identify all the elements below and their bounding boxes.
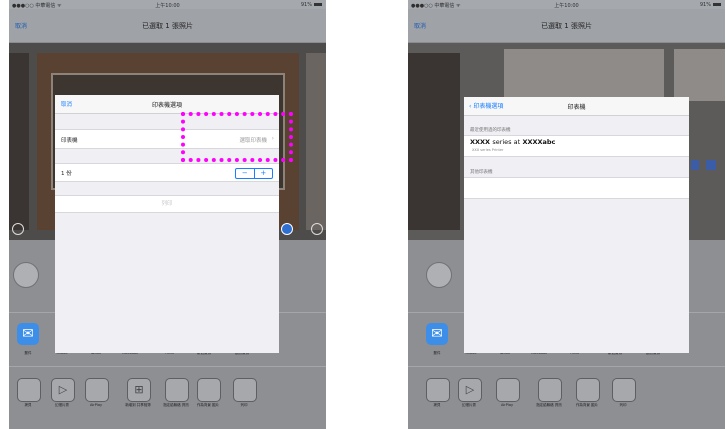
status-time: 上午10:00 — [554, 3, 579, 9]
battery-icon — [314, 3, 322, 6]
action-label: AirPlay — [89, 403, 103, 407]
photo-thumbnail[interactable] — [9, 53, 29, 230]
other-printers-row — [464, 177, 689, 199]
action-label: 作為背景 圖片 — [196, 403, 220, 407]
other-printers-header: 其他印表機 — [470, 170, 493, 175]
slideshow-icon[interactable]: ▷ — [51, 378, 75, 402]
mail-icon[interactable]: ✉ — [17, 323, 39, 345]
printer-model: XXX series Printer — [472, 148, 504, 152]
photo-thumbnail[interactable] — [408, 53, 460, 230]
action-label: 幻燈片秀 — [55, 403, 69, 407]
nav-title: 已選取 1 張照片 — [142, 22, 193, 30]
copies-stepper[interactable]: − + — [235, 168, 273, 179]
nav-bar: 取消 已選取 1 張照片 — [408, 9, 725, 43]
select-radio-icon[interactable] — [12, 223, 24, 235]
action-label: AirPlay — [500, 403, 514, 407]
printer-name: XXXX series at XXXXabc — [470, 138, 556, 146]
status-time: 上午10:00 — [155, 3, 180, 9]
add-icon[interactable]: ⊞ — [127, 378, 151, 402]
popover-header: ‹ 印表機選項 印表機 — [464, 97, 689, 116]
selected-check-icon[interactable] — [281, 223, 293, 235]
contact-icon[interactable] — [538, 378, 562, 402]
print-button[interactable]: 列印 — [55, 195, 279, 213]
status-bar: ●●●○○ 中華電信 ᯤ 上午10:00 91% — [408, 0, 725, 9]
printer-row[interactable]: XXXX series at XXXXabc XXX series Printe… — [464, 135, 689, 157]
divider — [408, 366, 725, 367]
action-label: 作為背景 圖片 — [575, 403, 599, 407]
ipad-screen-printer-list: ●●●○○ 中華電信 ᯤ 上午10:00 91% 取消 已選取 1 張照片 ✉ … — [408, 0, 725, 429]
printer-label: 印表機 — [61, 138, 78, 144]
action-label: 指定給聯絡 資訊 — [163, 403, 189, 407]
social-icons — [691, 155, 725, 170]
select-radio-icon[interactable] — [311, 223, 323, 235]
contact-icon[interactable] — [165, 378, 189, 402]
wallpaper-icon[interactable] — [197, 378, 221, 402]
photo-thumbnail[interactable] — [306, 53, 326, 230]
printer-list-popover: ‹ 印表機選項 印表機 最近使用過的印表機 XXXX series at XXX… — [464, 97, 689, 353]
stepper-plus-button[interactable]: + — [255, 169, 273, 178]
print-icon[interactable] — [612, 378, 636, 402]
nav-title: 已選取 1 張照片 — [541, 22, 592, 30]
action-label: 拷貝 — [433, 403, 441, 407]
airplay-icon[interactable] — [496, 378, 520, 402]
app-label: 郵件 — [24, 351, 32, 355]
action-label: 新增到 共享相簿 — [125, 403, 151, 407]
copy-icon[interactable] — [426, 378, 450, 402]
action-label: 列印 — [619, 403, 627, 407]
copies-row: 1 份 − + — [55, 163, 279, 182]
wallpaper-icon[interactable] — [576, 378, 600, 402]
action-label: 指定給聯絡 資訊 — [536, 403, 562, 407]
stepper-minus-button[interactable]: − — [236, 169, 255, 178]
airplay-icon[interactable] — [85, 378, 109, 402]
copy-icon[interactable] — [17, 378, 41, 402]
slideshow-icon[interactable]: ▷ — [458, 378, 482, 402]
app-label: 郵件 — [433, 351, 441, 355]
copies-label: 1 份 — [61, 171, 72, 177]
facebook-icon[interactable] — [706, 160, 717, 170]
mail-icon[interactable]: ✉ — [426, 323, 448, 345]
status-bar: ●●●○○ 中華電信 ᯤ 上午10:00 91% — [9, 0, 326, 9]
recent-printers-header: 最近使用過的印表機 — [470, 128, 511, 133]
battery-indicator: 91% — [301, 2, 322, 8]
action-label: 幻燈片秀 — [462, 403, 476, 407]
photo-thumbnail[interactable] — [504, 49, 664, 101]
highlight-box — [181, 112, 293, 162]
popover-title: 印表機選項 — [151, 102, 182, 109]
twitter-icon[interactable] — [691, 160, 699, 170]
popover-title: 印表機 — [567, 104, 586, 111]
battery-indicator: 91% — [700, 2, 721, 8]
airdrop-icon[interactable] — [426, 262, 452, 288]
action-label: 列印 — [240, 403, 248, 407]
airdrop-icon[interactable] — [13, 262, 39, 288]
print-icon[interactable] — [233, 378, 257, 402]
divider — [9, 366, 326, 367]
photo-thumbnail[interactable] — [674, 49, 725, 101]
battery-icon — [713, 3, 721, 6]
ipad-screen-printer-options: ●●●○○ 中華電信 ᯤ 上午10:00 91% 取消 已選取 1 張照片 ✉ … — [9, 0, 326, 429]
nav-bar: 取消 已選取 1 張照片 — [9, 9, 326, 43]
action-label: 拷貝 — [24, 403, 32, 407]
